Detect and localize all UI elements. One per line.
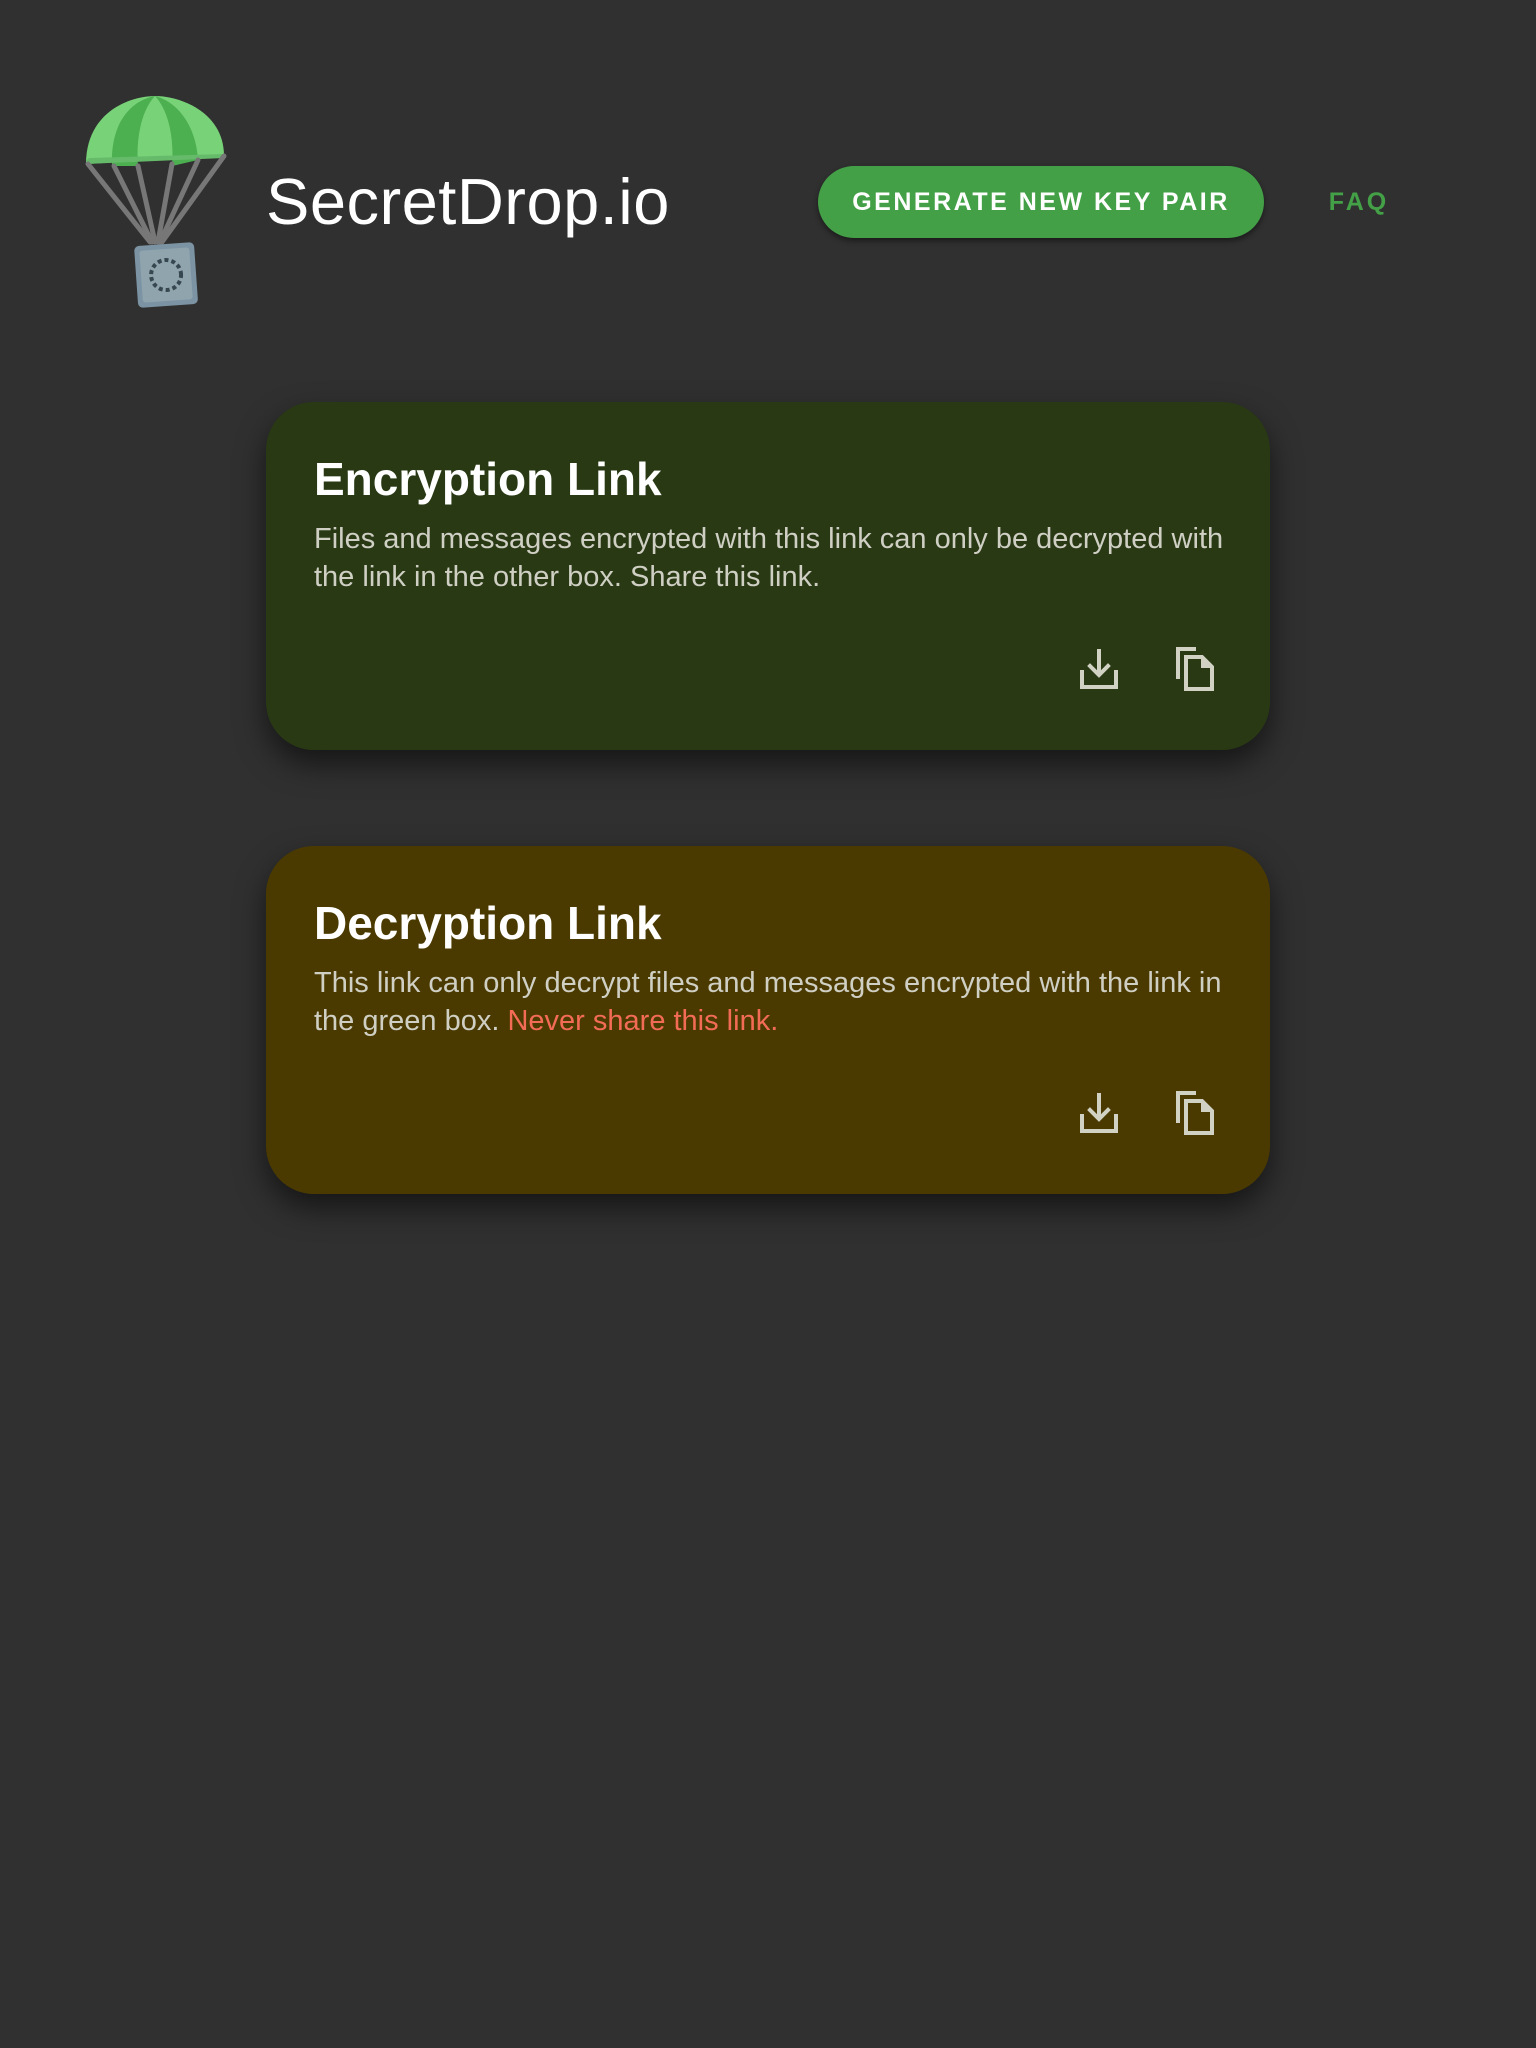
- app-title: SecretDrop.io: [266, 165, 670, 238]
- decryption-link-card: Decryption Link This link can only decry…: [266, 846, 1270, 1194]
- faq-link[interactable]: FAQ: [1296, 166, 1422, 238]
- copy-icon[interactable]: [1174, 1090, 1216, 1136]
- encryption-card-title: Encryption Link: [314, 453, 662, 505]
- copy-icon[interactable]: [1174, 646, 1216, 692]
- parachute-logo-icon: [80, 92, 230, 312]
- encryption-card-actions: [1078, 646, 1216, 692]
- decryption-card-actions: [1078, 1090, 1216, 1136]
- download-icon[interactable]: [1078, 1090, 1120, 1136]
- decryption-card-title: Decryption Link: [314, 897, 662, 949]
- download-icon[interactable]: [1078, 646, 1120, 692]
- generate-key-pair-button[interactable]: GENERATE NEW KEY PAIR: [818, 166, 1264, 238]
- page: SecretDrop.io GENERATE NEW KEY PAIR FAQ …: [0, 0, 1536, 2048]
- encryption-card-description: Files and messages encrypted with this l…: [314, 523, 1224, 593]
- decryption-card-description: This link can only decrypt files and mes…: [314, 964, 1234, 1040]
- decryption-card-warning: Never share this link.: [507, 1005, 779, 1037]
- encryption-link-card: Encryption Link Files and messages encry…: [266, 402, 1270, 750]
